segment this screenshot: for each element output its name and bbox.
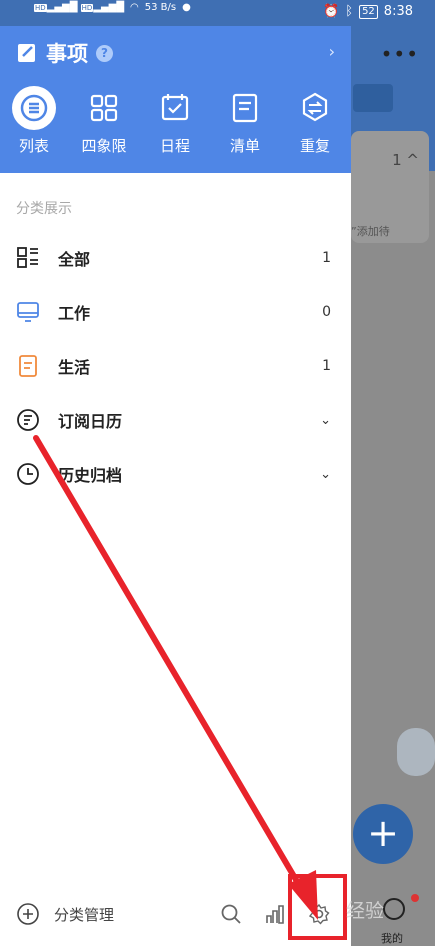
nav-quadrant[interactable]: 四象限 (74, 86, 134, 156)
signal-area: HD▂▄▆█ HD▂▄▆█ ◠ 53 B/s ● (34, 2, 191, 13)
category-manage-button[interactable]: 分类管理 (54, 904, 114, 925)
nav-list[interactable]: 列表 (4, 86, 64, 156)
category-label: 历史归档 (58, 466, 123, 485)
background-task-card: 1 ^ ”添加待 (351, 131, 429, 243)
drawer-footer: 分类管理 (0, 898, 351, 934)
status-right: ⏰ ᛒ 52 8:38 (323, 4, 413, 19)
category-work[interactable]: 工作 0 (0, 290, 351, 334)
wifi-icon: ◠ (130, 2, 139, 13)
bluetooth-icon: ᛒ (345, 4, 354, 19)
nav-repeat[interactable]: 重复 (285, 86, 345, 156)
chevron-right-icon[interactable]: › (329, 42, 335, 61)
category-label: 生活 (58, 358, 91, 377)
subscribe-calendar-icon (17, 409, 39, 431)
category-subscribed-calendar[interactable]: 订阅日历 ⌄ (0, 398, 351, 442)
add-task-fab[interactable]: + (353, 804, 413, 864)
view-mode-nav: 列表 四象限 日程 清单 重复 (0, 86, 351, 166)
category-archive[interactable]: 历史归档 ⌄ (0, 452, 351, 496)
calendar-check-icon (161, 94, 189, 121)
search-icon[interactable] (220, 903, 242, 925)
background-tab (353, 84, 393, 112)
notebook-icon (19, 355, 37, 377)
status-bar: HD▂▄▆█ HD▂▄▆█ ◠ 53 B/s ● ⏰ ᛒ 52 8:38 (0, 0, 435, 26)
message-icon: ● (182, 2, 191, 13)
add-circle-icon[interactable] (16, 902, 40, 926)
list-circle-icon (12, 86, 56, 130)
chevron-down-icon[interactable]: ⌄ (320, 413, 331, 428)
nav-schedule[interactable]: 日程 (145, 86, 205, 156)
drawer-title: 事项 (46, 42, 88, 66)
category-all[interactable]: 全部 1 (0, 236, 351, 280)
repeat-icon (302, 92, 328, 122)
side-drawer: 事项 ? › 列表 四象限 日程 清单 重复 分类展示 全部 1 工作 0 生活… (0, 26, 351, 946)
card-count: 1 ^ (392, 151, 419, 169)
me-tab-label[interactable]: 我的 (381, 930, 403, 946)
category-life[interactable]: 生活 1 (0, 344, 351, 388)
background-screen: ••• 1 ^ ”添加待 + 我的 (351, 26, 435, 946)
nav-label: 列表 (18, 137, 49, 155)
battery-indicator: 52 (359, 4, 378, 19)
category-label: 全部 (58, 250, 91, 269)
nav-checklist[interactable]: 清单 (215, 86, 275, 156)
clock-time: 8:38 (383, 4, 413, 19)
decoration-image (397, 728, 435, 776)
nav-label: 日程 (159, 137, 190, 155)
statistics-icon[interactable] (264, 903, 286, 925)
category-count: 1 (322, 358, 331, 374)
category-label: 订阅日历 (58, 412, 123, 431)
category-label: 工作 (58, 304, 91, 323)
net-speed: 53 B/s (144, 2, 177, 13)
category-count: 0 (322, 304, 331, 320)
settings-gear-icon[interactable] (308, 903, 330, 925)
help-icon[interactable]: ? (96, 44, 113, 62)
alarm-icon: ⏰ (323, 4, 340, 19)
more-icon[interactable]: ••• (381, 42, 419, 66)
notification-dot (411, 894, 419, 902)
watermark: 经验 (346, 900, 385, 922)
nav-label: 重复 (299, 137, 330, 155)
edit-note-icon (18, 44, 35, 62)
section-title: 分类展示 (16, 201, 72, 217)
drawer-header: 事项 ? › 列表 四象限 日程 清单 重复 (0, 26, 351, 173)
signal-icon: HD▂▄▆█ HD▂▄▆█ (34, 2, 125, 13)
chevron-down-icon[interactable]: ⌄ (320, 467, 331, 482)
monitor-icon (17, 302, 39, 322)
grid-icon (90, 94, 118, 122)
all-grid-icon (17, 247, 38, 268)
category-count: 1 (322, 250, 331, 266)
document-list-icon (232, 93, 258, 123)
clock-icon (17, 463, 39, 485)
nav-label: 四象限 (81, 137, 127, 155)
me-tab-icon[interactable] (383, 898, 405, 920)
drawer-title-row[interactable]: 事项 ? (16, 38, 113, 68)
nav-label: 清单 (229, 137, 260, 155)
card-text: ”添加待 (351, 225, 390, 238)
